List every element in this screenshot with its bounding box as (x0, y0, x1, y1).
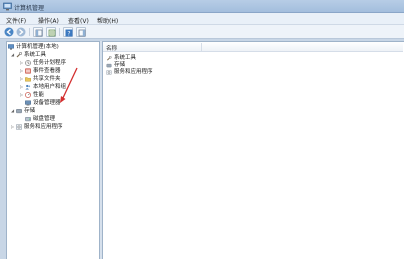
menu-help[interactable]: 帮助(H) (97, 16, 118, 25)
forward-icon (16, 27, 26, 37)
system-tools-icon (16, 52, 22, 58)
list-item-label: 存储 (114, 62, 126, 68)
properties-button[interactable] (46, 27, 56, 37)
computer-management-icon (3, 2, 12, 11)
toolbar-separator (59, 28, 60, 36)
list-item-label: 系统工具 (114, 55, 137, 61)
tree-label: 共享文件夹 (33, 76, 61, 82)
menu-view[interactable]: 查看(V) (68, 16, 89, 25)
expand-triangle-icon[interactable]: ▷ (19, 75, 24, 83)
users-icon (25, 84, 31, 90)
expand-triangle-icon[interactable]: ▷ (10, 123, 15, 131)
properties-icon (48, 29, 56, 37)
tree-label: 设备管理器 (33, 100, 61, 106)
services-icon (106, 70, 112, 75)
svg-text:?: ? (67, 31, 70, 38)
tree-label: 存储 (24, 108, 36, 114)
tree-label: 性能 (33, 92, 45, 98)
tree-item-system-tools[interactable]: ◢ 系统工具 (10, 51, 98, 59)
help-icon: ? (65, 29, 73, 38)
help-button[interactable]: ? (63, 27, 73, 38)
expand-triangle-icon[interactable]: ▷ (19, 91, 24, 99)
column-header-label: 名称 (106, 46, 118, 52)
annotation-arrow-icon (60, 67, 78, 103)
forward-button[interactable] (16, 27, 26, 37)
list-item-storage[interactable]: 存储 (106, 62, 226, 69)
tree-label: 服务和应用程序 (24, 124, 63, 130)
toolbar-separator (29, 28, 30, 36)
list-item-label: 服务和应用程序 (114, 69, 153, 75)
back-icon (4, 27, 14, 37)
device-manager-icon (25, 100, 31, 106)
tree-item-services-applications[interactable]: ▷ 服务和应用程序 (10, 123, 98, 131)
clock-icon (25, 60, 31, 66)
column-header-name[interactable]: 名称 (103, 42, 403, 52)
window-title: 计算机管理 (14, 5, 45, 12)
title-bar: 计算机管理 (0, 0, 404, 13)
navigation-tree: 计算机管理(本地) ◢ 系统工具 ▷ 任务计划程序 ▷ 事件查看器 ▷ 共享文件… (6, 41, 100, 259)
tree-item-computer-management[interactable]: 计算机管理(本地) (8, 43, 98, 51)
expand-triangle-icon[interactable]: ▷ (19, 83, 24, 91)
tree-label: 计算机管理(本地) (16, 44, 59, 50)
collapse-triangle-icon[interactable]: ◢ (10, 51, 15, 59)
shared-folder-icon (25, 77, 31, 82)
expand-triangle-icon[interactable]: ▷ (19, 59, 24, 67)
toolbar: ? (0, 25, 404, 39)
computer-management-icon (8, 44, 14, 50)
tree-item-disk-management[interactable]: 磁盘管理 (25, 115, 97, 123)
services-icon (16, 124, 22, 130)
tree-label: 事件查看器 (33, 68, 61, 74)
system-tools-icon (106, 56, 112, 61)
tree-label: 系统工具 (24, 52, 47, 58)
tree-item-task-scheduler[interactable]: ▷ 任务计划程序 (19, 59, 97, 67)
expand-triangle-icon[interactable]: ▷ (19, 67, 24, 75)
tree-label: 任务计划程序 (33, 60, 67, 66)
column-divider[interactable] (201, 43, 202, 51)
menu-file[interactable]: 文件(F) (6, 16, 26, 25)
storage-icon (16, 109, 22, 114)
menu-bar: 文件(F) 操作(A) 查看(V) 帮助(H) (0, 13, 404, 25)
list-item-services-applications[interactable]: 服务和应用程序 (106, 69, 226, 76)
menu-action[interactable]: 操作(A) (38, 16, 59, 25)
details-list: 名称 系统工具 存储 服务和应用程序 (102, 41, 404, 259)
action-pane-button[interactable] (76, 27, 86, 37)
action-pane-icon (78, 29, 86, 37)
show-hide-tree-button[interactable] (33, 27, 43, 37)
storage-icon (106, 63, 112, 68)
back-button[interactable] (4, 27, 14, 37)
tree-label: 磁盘管理 (33, 116, 56, 122)
disk-management-icon (25, 117, 31, 122)
collapse-triangle-icon[interactable]: ◢ (10, 107, 15, 115)
event-viewer-icon (25, 68, 31, 74)
tree-item-storage[interactable]: ◢ 存储 (10, 107, 98, 115)
performance-icon (25, 92, 31, 98)
show-hide-tree-icon (35, 29, 43, 37)
list-item-system-tools[interactable]: 系统工具 (106, 55, 226, 62)
